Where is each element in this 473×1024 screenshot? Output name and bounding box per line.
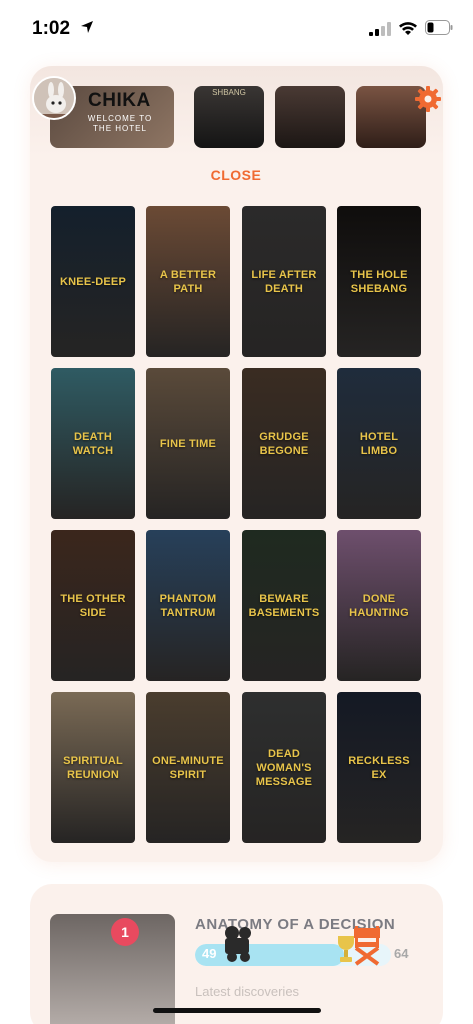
episode-tile[interactable]: PHANTOM TANTRUM [146, 530, 230, 681]
episode-tile[interactable]: A BETTER PATH [146, 206, 230, 357]
header-thumbnail-text: SHBANG [212, 88, 246, 97]
episode-tile[interactable]: FINE TIME [146, 368, 230, 519]
progress-start-value: 49 [202, 946, 217, 961]
episode-tile[interactable]: DEAD WOMAN'S MESSAGE [242, 692, 326, 843]
header-episode-thumbnail[interactable]: SHBANG [194, 86, 264, 148]
episode-tile[interactable]: DEATH WATCH [51, 368, 135, 519]
episode-title: THE HOLE SHEBANG [350, 268, 408, 295]
episode-title: GRUDGE BEGONE [259, 430, 309, 457]
status-time: 1:02 [32, 18, 71, 39]
episode-title: DEATH WATCH [72, 430, 114, 457]
episode-tile[interactable]: ONE-MINUTE SPIRIT [146, 692, 230, 843]
episode-title: DEAD WOMAN'S MESSAGE [255, 747, 313, 788]
status-bar: 1:02 [0, 0, 473, 60]
episode-title: FINE TIME [159, 437, 217, 450]
home-indicator[interactable] [153, 1008, 321, 1013]
episode-title: ONE-MINUTE SPIRIT [152, 754, 224, 781]
episode-title: THE OTHER SIDE [60, 592, 126, 619]
battery-icon [425, 20, 453, 35]
film-camera-icon [225, 926, 251, 962]
episode-title: BEWARE BASEMENTS [248, 592, 320, 619]
episode-tile[interactable]: DONE HAUNTING [337, 530, 421, 681]
welcome-text: WELCOME TO THE HOTEL [87, 114, 153, 133]
episode-title: PHANTOM TANTRUM [159, 592, 217, 619]
episode-title: RECKLESS EX [348, 754, 410, 781]
director-chair-icon [354, 926, 380, 966]
episode-title: SPIRITUAL REUNION [63, 754, 123, 781]
episode-title: LIFE AFTER DEATH [251, 268, 317, 295]
episode-tile[interactable]: LIFE AFTER DEATH [242, 206, 326, 357]
episode-tile[interactable]: HOTEL LIMBO [337, 368, 421, 519]
episode-title: KNEE-DEEP [60, 275, 126, 288]
avatar[interactable] [32, 76, 76, 120]
wifi-icon [399, 22, 417, 35]
episode-title: HOTEL LIMBO [359, 430, 399, 457]
profile-name: CHIKA [88, 90, 151, 111]
progress-fill [195, 944, 344, 966]
episode-tile[interactable]: BEWARE BASEMENTS [242, 530, 326, 681]
episode-tile[interactable]: KNEE-DEEP [51, 206, 135, 357]
header-episode-thumbnail[interactable] [275, 86, 345, 148]
episodes-panel: WELCOME TO THE HOTEL SHBANG CLOSE KNEE-D… [30, 66, 443, 862]
location-arrow-icon [81, 21, 93, 33]
episode-tile[interactable]: THE HOLE SHEBANG [337, 206, 421, 357]
notification-badge: 1 [111, 918, 139, 946]
cellular-signal-icon [369, 22, 391, 36]
latest-discoveries-label: Latest discoveries [195, 984, 300, 999]
episode-title: A BETTER PATH [159, 268, 217, 295]
progress-end-value: 64 [394, 946, 409, 961]
episode-tile[interactable]: THE OTHER SIDE [51, 530, 135, 681]
episode-tile[interactable]: SPIRITUAL REUNION [51, 692, 135, 843]
episode-tile[interactable]: GRUDGE BEGONE [242, 368, 326, 519]
episode-tile[interactable]: RECKLESS EX [337, 692, 421, 843]
close-button[interactable]: CLOSE [210, 167, 262, 183]
episode-title: DONE HAUNTING [349, 592, 409, 619]
gear-icon[interactable] [415, 86, 441, 112]
